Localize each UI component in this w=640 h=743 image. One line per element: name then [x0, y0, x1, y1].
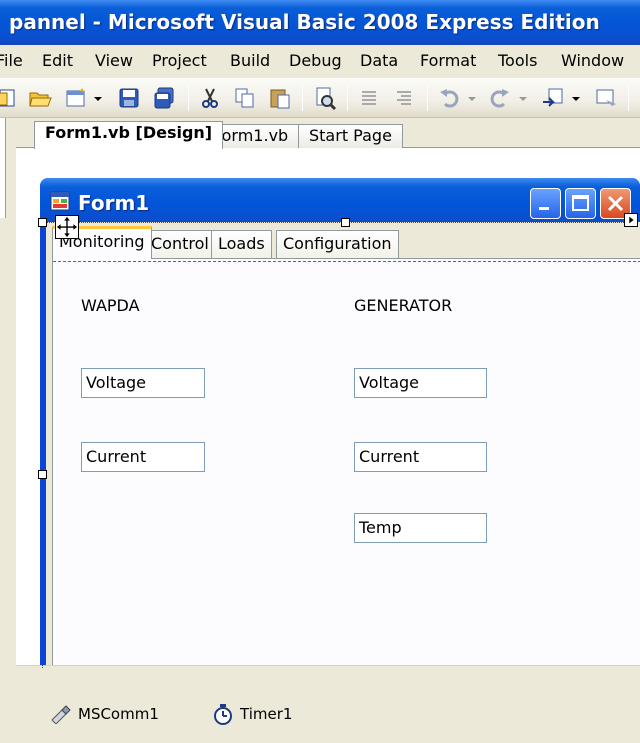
copy-icon[interactable] — [233, 86, 257, 110]
paste-icon[interactable] — [268, 86, 292, 110]
resize-handle-left[interactable] — [38, 470, 47, 479]
monitoring-tab-page[interactable]: WAPDA Voltage Current GENERATOR Voltage … — [52, 258, 640, 665]
cut-icon[interactable] — [198, 86, 222, 110]
smart-tag-icon[interactable] — [624, 213, 638, 227]
toolbar-separator — [427, 85, 428, 111]
standard-toolbar — [0, 78, 640, 118]
open-icon[interactable] — [28, 86, 52, 110]
selection-border-left — [42, 226, 43, 668]
component-tray[interactable]: MSComm1 Timer1 — [16, 665, 640, 743]
menu-format[interactable]: Format — [420, 45, 476, 78]
generator-temp-box[interactable]: Temp — [354, 513, 487, 543]
redo-icon[interactable] — [488, 86, 512, 110]
window-title: pannel - Microsoft Visual Basic 2008 Exp… — [9, 10, 600, 34]
menu-view[interactable]: View — [95, 45, 133, 78]
form-title: Form1 — [78, 191, 150, 215]
mscomm-icon — [51, 705, 71, 724]
tab-control[interactable]: Control — [144, 230, 216, 258]
menu-build[interactable]: Build — [230, 45, 270, 78]
dropdown-arrow-icon[interactable] — [466, 86, 478, 110]
form-window[interactable]: Form1 Monitoring Control Loads Configura… — [40, 178, 640, 665]
menu-file[interactable]: File — [0, 45, 23, 78]
minimize-icon — [539, 207, 549, 210]
comment-icon[interactable] — [357, 86, 381, 110]
document-tabs: Form1.vb [Design] Form1.vb Start Page — [16, 118, 640, 149]
tab-configuration[interactable]: Configuration — [276, 230, 399, 258]
wapda-voltage-box[interactable]: Voltage — [81, 368, 205, 398]
toolbar-separator — [347, 85, 348, 111]
timer-icon — [214, 704, 232, 725]
form-title-bar[interactable]: Form1 — [40, 178, 640, 222]
menu-edit[interactable]: Edit — [42, 45, 73, 78]
start-icon[interactable] — [594, 86, 618, 110]
save-all-icon[interactable] — [152, 86, 176, 110]
wapda-heading: WAPDA — [81, 296, 140, 315]
tab-start-page[interactable]: Start Page — [298, 124, 403, 148]
resize-handle-top-left[interactable] — [38, 218, 47, 227]
toolbox-edge[interactable] — [0, 118, 6, 218]
menu-debug[interactable]: Debug — [289, 45, 342, 78]
undo-icon[interactable] — [437, 86, 461, 110]
tab-loads[interactable]: Loads — [211, 230, 272, 258]
generator-heading: GENERATOR — [354, 296, 453, 315]
selection-outline — [53, 261, 640, 262]
uncomment-icon[interactable] — [392, 86, 416, 110]
toolbar-separator — [302, 85, 303, 111]
toolbar-separator — [628, 85, 629, 111]
navigate-icon[interactable] — [541, 86, 565, 110]
toolbox-strip — [0, 118, 16, 743]
tab-strip: Monitoring Control Loads Configuration — [52, 226, 640, 259]
maximize-button[interactable] — [565, 188, 596, 219]
mscomm1-label: MSComm1 — [78, 705, 159, 723]
maximize-icon — [572, 195, 589, 211]
add-new-item-icon[interactable] — [64, 86, 88, 110]
find-icon[interactable] — [313, 86, 337, 110]
window-title-bar[interactable]: pannel - Microsoft Visual Basic 2008 Exp… — [0, 0, 640, 45]
menu-project[interactable]: Project — [152, 45, 207, 78]
toolbar-separator — [188, 85, 189, 111]
resize-handle-top[interactable] — [341, 218, 350, 227]
selection-border-top — [42, 222, 632, 223]
generator-voltage-box[interactable]: Voltage — [354, 368, 487, 398]
dropdown-arrow-icon[interactable] — [517, 86, 529, 110]
menu-data[interactable]: Data — [360, 45, 398, 78]
form-client-area[interactable]: Monitoring Control Loads Configuration W… — [46, 222, 640, 665]
tab-form1-design[interactable]: Form1.vb [Design] — [34, 121, 224, 149]
move-handle-icon[interactable] — [55, 215, 79, 239]
save-icon[interactable] — [117, 86, 141, 110]
form-icon — [50, 191, 70, 211]
dropdown-arrow-icon[interactable] — [92, 86, 104, 110]
add-item-icon[interactable] — [0, 86, 18, 110]
minimize-button[interactable] — [530, 188, 561, 219]
timer1-label: Timer1 — [240, 705, 293, 723]
dropdown-arrow-icon[interactable] — [570, 86, 582, 110]
menu-tools[interactable]: Tools — [498, 45, 537, 78]
menu-bar: File Edit View Project Build Debug Data … — [0, 45, 640, 78]
menu-window[interactable]: Window — [561, 45, 624, 78]
generator-current-box[interactable]: Current — [354, 442, 487, 472]
wapda-current-box[interactable]: Current — [81, 442, 205, 472]
